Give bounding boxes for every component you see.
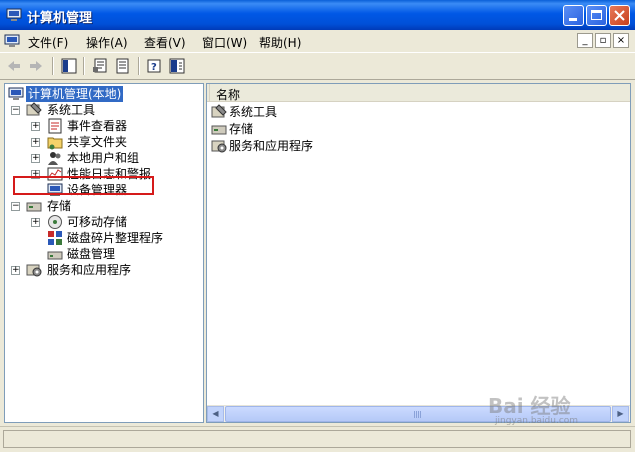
svg-text:?: ? — [151, 62, 157, 73]
show-hide-action-pane-icon[interactable] — [169, 58, 185, 74]
tree-item-system-tools[interactable]: − 系统工具 — [5, 102, 201, 118]
expand-button[interactable]: + — [31, 218, 40, 227]
tree-label: 共享文件夹 — [67, 135, 128, 149]
back-arrow-icon[interactable] — [6, 58, 22, 74]
expand-button[interactable]: + — [31, 154, 40, 163]
menu-file[interactable]: 文件(F) — [28, 34, 68, 51]
menu-view[interactable]: 查看(V) — [144, 34, 186, 51]
help-icon[interactable]: ? — [146, 58, 162, 74]
storage-icon — [211, 125, 227, 135]
tree-label: 可移动存储 — [67, 215, 128, 229]
maximize-button[interactable] — [586, 5, 607, 26]
disk-management-icon — [47, 251, 63, 260]
tree-label: 本地用户和组 — [67, 151, 140, 165]
scroll-right-button[interactable]: ▶ — [612, 406, 629, 422]
column-header[interactable]: 名称 — [207, 84, 630, 102]
toolbar-separator — [52, 57, 54, 75]
computer-icon — [6, 8, 22, 21]
menu-help[interactable]: 帮助(H) — [259, 34, 301, 51]
services-icon — [211, 140, 227, 153]
computer-icon — [8, 87, 24, 100]
list-item-label: 服务和应用程序 — [229, 139, 314, 153]
column-name-header[interactable]: 名称 — [216, 86, 240, 103]
event-viewer-icon — [48, 118, 62, 134]
status-cell — [3, 430, 631, 448]
tree-item-event-viewer[interactable]: + 事件查看器 — [5, 118, 201, 134]
tree-item-shared-folders[interactable]: + 共享文件夹 — [5, 134, 201, 150]
tree-item-local-users[interactable]: + 本地用户和组 — [5, 150, 201, 166]
toolbar-separator — [83, 57, 85, 75]
toolbar: ? — [0, 52, 635, 80]
show-hide-tree-icon[interactable] — [61, 58, 77, 74]
list-item-label: 系统工具 — [229, 105, 278, 119]
minimize-button[interactable] — [563, 5, 584, 26]
close-icon — [614, 10, 625, 21]
collapse-button[interactable]: − — [11, 106, 20, 115]
column-divider — [209, 84, 210, 101]
mdi-minimize-button[interactable]: _ — [577, 33, 593, 48]
users-icon — [48, 152, 61, 165]
tree-label: 磁盘碎片整理程序 — [67, 231, 164, 245]
watermark-logo: Bai 经验 — [488, 394, 571, 418]
removable-storage-icon — [48, 215, 62, 229]
tools-icon — [26, 102, 42, 116]
tree-label: 系统工具 — [47, 103, 96, 117]
highlight-annotation — [13, 176, 154, 195]
close-button[interactable] — [609, 5, 630, 26]
watermark-url: jingyan.baidu.com — [495, 416, 579, 426]
tree-item-removable-storage[interactable]: + 可移动存储 — [5, 214, 201, 230]
menu-bar: 文件(F) 操作(A) 查看(V) 窗口(W) 帮助(H) _ ▫ × — [0, 30, 635, 52]
list-item-label: 存储 — [229, 122, 254, 136]
title-bar[interactable]: 计算机管理 — [0, 0, 635, 30]
status-bar — [0, 426, 635, 452]
collapse-button[interactable]: − — [11, 202, 20, 211]
details-pane[interactable]: 名称 系统工具 存储 服务和应用程序 ◀ ▶ — [206, 83, 631, 423]
tree-label: 磁盘管理 — [67, 247, 116, 261]
tree-item-root[interactable]: 计算机管理(本地) — [5, 86, 201, 102]
tree-label: 事件查看器 — [67, 119, 128, 133]
toolbar-separator — [138, 57, 140, 75]
scroll-left-button[interactable]: ◀ — [207, 406, 224, 422]
computer-management-window: 计算机管理 文件(F) 操作(A) 查看(V) 窗口(W) 帮助(H) _ ▫ … — [0, 0, 635, 452]
tree-label: 服务和应用程序 — [47, 263, 132, 277]
services-icon — [26, 264, 42, 277]
grip-icon — [414, 411, 422, 418]
console-tree[interactable]: 计算机管理(本地) − 系统工具 + 事件查看器 + 共享文件夹 + 本地用户和… — [4, 83, 204, 423]
properties-icon[interactable] — [92, 58, 108, 74]
tree-label: 存储 — [47, 199, 72, 213]
defrag-icon — [48, 231, 62, 245]
expand-button[interactable]: + — [11, 266, 20, 275]
computer-icon[interactable] — [4, 33, 20, 49]
window-title: 计算机管理 — [27, 11, 93, 26]
forward-arrow-icon[interactable] — [28, 58, 44, 74]
export-list-icon[interactable] — [115, 58, 131, 74]
expand-button[interactable]: + — [31, 138, 40, 147]
shared-folder-icon — [47, 137, 63, 150]
menu-action[interactable]: 操作(A) — [86, 34, 128, 51]
menu-window[interactable]: 窗口(W) — [202, 34, 247, 51]
mdi-restore-button[interactable]: ▫ — [595, 33, 611, 48]
storage-icon — [26, 202, 42, 212]
tree-item-storage[interactable]: − 存储 — [5, 198, 201, 214]
tree-item-disk-management[interactable]: 磁盘管理 — [5, 246, 201, 262]
tree-item-services[interactable]: + 服务和应用程序 — [5, 262, 201, 278]
tree-label: 计算机管理(本地) — [26, 86, 124, 102]
expand-button[interactable]: + — [31, 122, 40, 131]
mdi-close-button[interactable]: × — [613, 33, 629, 48]
tree-item-defrag[interactable]: 磁盘碎片整理程序 — [5, 230, 201, 246]
tools-icon — [211, 104, 227, 118]
